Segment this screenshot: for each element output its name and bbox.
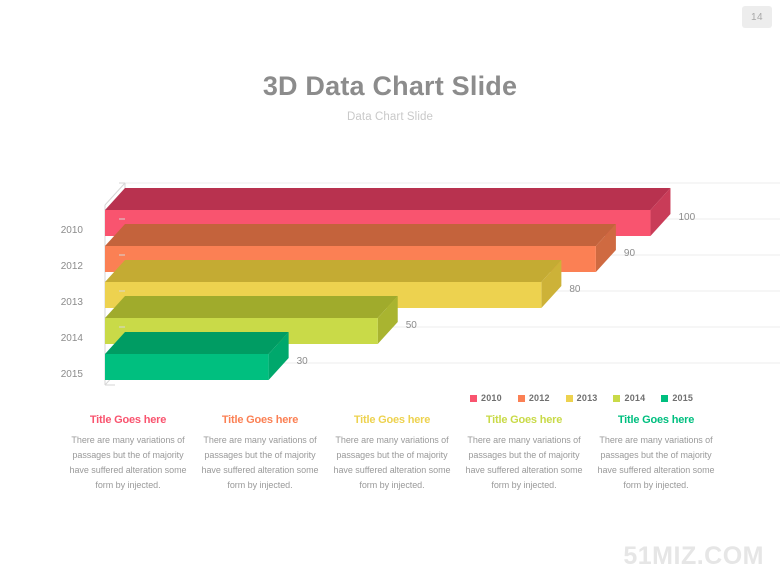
page-title: 3D Data Chart Slide (262, 71, 518, 101)
chart-canvas: 100 2010 90 2012 80 2013 50 2014 30 2015 (61, 182, 780, 386)
legend-label: 2013 (576, 393, 598, 403)
legend-swatch-icon (565, 394, 573, 402)
bar-group (105, 332, 289, 380)
column-body-text: There are many variations of passages bu… (201, 435, 319, 490)
legend-item[interactable]: 2010 (470, 393, 502, 403)
legend-item[interactable]: 2012 (517, 393, 550, 403)
category-axis-label: 2013 (61, 297, 84, 308)
column-title: Title Goes here (485, 414, 563, 426)
column-title: Title Goes here (353, 414, 431, 426)
category-axis-label: 2012 (61, 261, 84, 272)
column-title: Title Goes here (89, 414, 167, 426)
bar-top-face (105, 188, 671, 210)
legend-item[interactable]: 2014 (613, 393, 645, 403)
bar-data-label: 100 (678, 212, 695, 223)
column-body-text: There are many variations of passages bu… (465, 435, 583, 490)
column-body-text: There are many variations of passages bu… (333, 435, 451, 490)
chart-3d-horizontal-bar: 100 2010 90 2012 80 2013 50 2014 30 2015 (0, 175, 780, 400)
category-axis-label: 2010 (61, 225, 84, 236)
page-subtitle: Data Chart Slide (347, 110, 433, 123)
description-column: Title Goes here There are many variations… (62, 414, 194, 492)
legend-swatch-icon (517, 394, 525, 402)
column-title: Title Goes here (617, 414, 695, 426)
legend-swatch-icon (470, 394, 477, 402)
bar-top-face (105, 224, 616, 246)
watermark: 51MIZ.COM (623, 542, 764, 570)
bar-data-label: 80 (569, 284, 581, 295)
legend-label: 2014 (624, 393, 646, 403)
legend-swatch-icon (661, 394, 669, 402)
legend-item[interactable]: 2013 (565, 393, 598, 403)
description-column: Title Goes here There are many variations… (458, 414, 590, 492)
legend-label: 2015 (672, 393, 694, 403)
page-number-badge: 14 (742, 6, 772, 28)
chart-legend: 2010 2012 2013 2014 2015 (470, 393, 693, 403)
description-columns: Title Goes here There are many variations… (62, 414, 722, 492)
bar-top-face (105, 332, 289, 354)
description-column: Title Goes here There are many variations… (194, 414, 326, 492)
description-column: Title Goes here There are many variations… (590, 414, 722, 492)
category-axis-label: 2014 (61, 333, 84, 344)
description-column: Title Goes here There are many variations… (326, 414, 458, 492)
category-axis-label: 2015 (61, 369, 84, 380)
column-body-text: There are many variations of passages bu… (597, 435, 715, 490)
column-title: Title Goes here (221, 414, 299, 426)
bar-front-face (105, 354, 269, 380)
legend-label: 2012 (528, 393, 550, 403)
legend-swatch-icon (613, 394, 621, 402)
column-body-text: There are many variations of passages bu… (69, 435, 187, 490)
bar-data-label: 30 (297, 356, 309, 367)
bar-data-label: 90 (624, 248, 636, 259)
bar-top-face (105, 296, 398, 318)
legend-label: 2010 (481, 393, 502, 403)
title-block: 3D Data Chart Slide Data Chart Slide (0, 71, 780, 123)
bar-top-face (105, 260, 562, 282)
legend-item[interactable]: 2015 (661, 393, 693, 403)
bar-data-label: 50 (406, 320, 418, 331)
slide-3d-data-chart: 14 3D Data Chart Slide Data Chart Slide … (0, 0, 780, 585)
